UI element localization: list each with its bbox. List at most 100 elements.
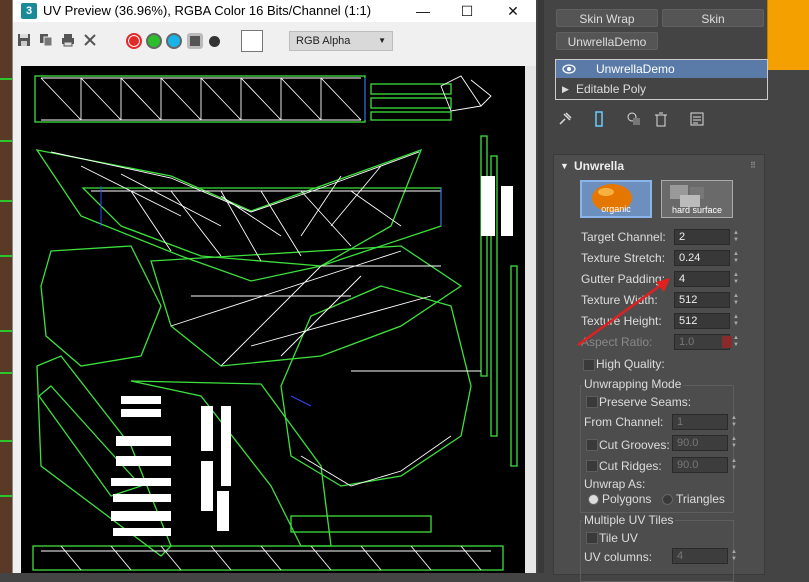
spinner-arrows-icon[interactable]: ▲ ▼	[731, 272, 741, 286]
tile-uv-label: Tile UV	[599, 531, 638, 545]
cut-grooves-checkbox[interactable]	[586, 439, 598, 451]
spinner-arrows-icon[interactable]: ▲ ▼	[729, 458, 739, 472]
spinner-arrows-icon[interactable]: ▲ ▼	[731, 293, 741, 307]
uv-tiles-title: Multiple UV Tiles	[582, 513, 676, 527]
uv-columns-value: 4	[677, 550, 684, 562]
target-channel-spinner[interactable]: 2 ▲ ▼	[674, 229, 739, 245]
spinner-arrows-icon[interactable]: ▲ ▼	[731, 335, 741, 349]
unwrella-demo-button[interactable]: UnwrellaDemo	[556, 32, 658, 50]
drag-handle-icon[interactable]: ⠿	[750, 155, 756, 177]
close-button[interactable]: ✕	[491, 0, 535, 22]
window-title: UV Preview (36.96%), RGBA Color 16 Bits/…	[43, 3, 372, 18]
collapse-arrow-icon[interactable]: ▼	[560, 155, 569, 177]
copy-icon[interactable]	[39, 33, 53, 47]
pin-stack-icon[interactable]	[556, 110, 574, 128]
lock-aspect-icon[interactable]	[722, 336, 732, 348]
cut-ridges-label: Cut Ridges:	[599, 459, 662, 473]
spinner-arrows-icon[interactable]: ▲ ▼	[729, 415, 739, 429]
texture-width-value: 512	[679, 294, 698, 306]
annotation-arrow-icon	[577, 278, 670, 347]
print-icon[interactable]	[61, 33, 75, 47]
minimize-button[interactable]: —	[401, 0, 445, 22]
texture-stretch-label: Texture Stretch:	[581, 251, 666, 265]
hard-surface-caption: hard surface	[671, 205, 723, 215]
stack-item-unwrella[interactable]: UnwrellaDemo	[556, 60, 767, 78]
polygons-radio[interactable]	[588, 494, 599, 505]
texture-stretch-value: 0.24	[679, 252, 701, 264]
monochrome-toggle[interactable]	[209, 36, 220, 47]
cut-ridges-value: 90.0	[677, 459, 699, 471]
panel-divider	[538, 0, 544, 573]
texture-height-value: 512	[679, 315, 698, 327]
remove-modifier-icon[interactable]	[652, 110, 670, 128]
from-channel-label: From Channel:	[584, 415, 664, 429]
uv-canvas[interactable]	[21, 66, 533, 573]
uv-columns-label: UV columns:	[584, 550, 653, 564]
viewport-edge	[0, 0, 12, 573]
high-quality-checkbox[interactable]	[583, 359, 595, 371]
target-channel-value: 2	[679, 231, 686, 243]
spinner-arrows-icon[interactable]: ▲ ▼	[729, 549, 739, 563]
cut-grooves-spinner[interactable]: 90.0 ▲ ▼	[672, 435, 737, 451]
chevron-down-icon: ▼	[378, 36, 386, 45]
background-color-swatch[interactable]	[241, 30, 263, 52]
triangles-radio[interactable]	[662, 494, 673, 505]
texture-width-spinner[interactable]: 512 ▲ ▼	[674, 292, 739, 308]
gutter-padding-spinner[interactable]: 4 ▲ ▼	[674, 271, 739, 287]
preserve-seams-label: Preserve Seams:	[599, 395, 692, 409]
unwrap-as-label: Unwrap As:	[584, 477, 646, 491]
make-unique-icon[interactable]	[625, 110, 643, 128]
uv-columns-spinner[interactable]: 4 ▲ ▼	[672, 548, 737, 564]
from-channel-value: 1	[677, 416, 684, 428]
uv-preview-window: 3 UV Preview (36.96%), RGBA Color 16 Bit…	[12, 0, 537, 573]
expand-arrow-icon[interactable]: ▶	[562, 80, 569, 98]
target-channel-label: Target Channel:	[581, 230, 666, 244]
unwrapping-mode-title: Unwrapping Mode	[582, 377, 684, 391]
spinner-arrows-icon[interactable]: ▲ ▼	[729, 436, 739, 450]
organic-mode-button[interactable]: organic	[580, 180, 652, 218]
configure-modifier-sets-icon[interactable]	[688, 110, 706, 128]
clear-icon[interactable]	[83, 33, 97, 47]
spinner-arrows-icon[interactable]: ▲ ▼	[731, 251, 741, 265]
show-end-result-icon[interactable]	[590, 110, 608, 128]
preview-toolbar: RGB Alpha ▼	[13, 27, 537, 55]
modifier-stack: UnwrellaDemo ▶ Editable Poly	[555, 59, 768, 100]
preserve-seams-checkbox[interactable]	[586, 396, 598, 408]
spinner-arrows-icon[interactable]: ▲ ▼	[731, 230, 741, 244]
rollout-title: Unwrella	[574, 159, 625, 173]
polygons-label: Polygons	[602, 492, 652, 506]
texture-stretch-spinner[interactable]: 0.24 ▲ ▼	[674, 250, 739, 266]
maximize-button[interactable]: ☐	[445, 0, 489, 22]
rollout-header[interactable]: ▼ Unwrella ⠿	[554, 155, 764, 177]
cut-ridges-checkbox[interactable]	[586, 460, 598, 472]
uv-layout-wireframe	[32, 75, 518, 571]
red-channel-toggle[interactable]	[126, 33, 142, 49]
from-channel-spinner[interactable]: 1 ▲ ▼	[672, 414, 737, 430]
cut-ridges-spinner[interactable]: 90.0 ▲ ▼	[672, 457, 737, 473]
aspect-ratio-value: 1.0	[679, 336, 695, 348]
stack-item-label: Editable Poly	[576, 82, 647, 96]
tile-uv-checkbox[interactable]	[586, 532, 598, 544]
high-quality-label: High Quality:	[596, 357, 665, 371]
skin-wrap-button[interactable]: Skin Wrap	[556, 9, 658, 27]
green-channel-toggle[interactable]	[146, 33, 162, 49]
cut-grooves-label: Cut Grooves:	[599, 438, 670, 452]
app-icon: 3	[21, 3, 37, 19]
color-swatch[interactable]	[767, 0, 809, 70]
save-icon[interactable]	[17, 33, 31, 47]
skin-button[interactable]: Skin	[662, 9, 764, 27]
triangles-label: Triangles	[676, 492, 725, 506]
texture-height-spinner[interactable]: 512 ▲ ▼	[674, 313, 739, 329]
display-channel-dropdown[interactable]: RGB Alpha ▼	[289, 31, 393, 51]
alpha-channel-toggle[interactable]	[187, 33, 203, 49]
spinner-arrows-icon[interactable]: ▲ ▼	[731, 314, 741, 328]
organic-caption: organic	[601, 204, 631, 214]
stack-item-editable-poly[interactable]: ▶ Editable Poly	[556, 80, 767, 98]
hard-surface-mode-button[interactable]: hard surface	[661, 180, 733, 218]
unwrella-rollout: ▼ Unwrella ⠿ organic hard surface Target…	[553, 154, 765, 582]
cut-grooves-value: 90.0	[677, 437, 699, 449]
display-channel-value: RGB Alpha	[296, 35, 351, 47]
title-bar: 3 UV Preview (36.96%), RGBA Color 16 Bit…	[13, 0, 537, 22]
blue-channel-toggle[interactable]	[166, 33, 182, 49]
stack-item-label: UnwrellaDemo	[596, 62, 675, 76]
